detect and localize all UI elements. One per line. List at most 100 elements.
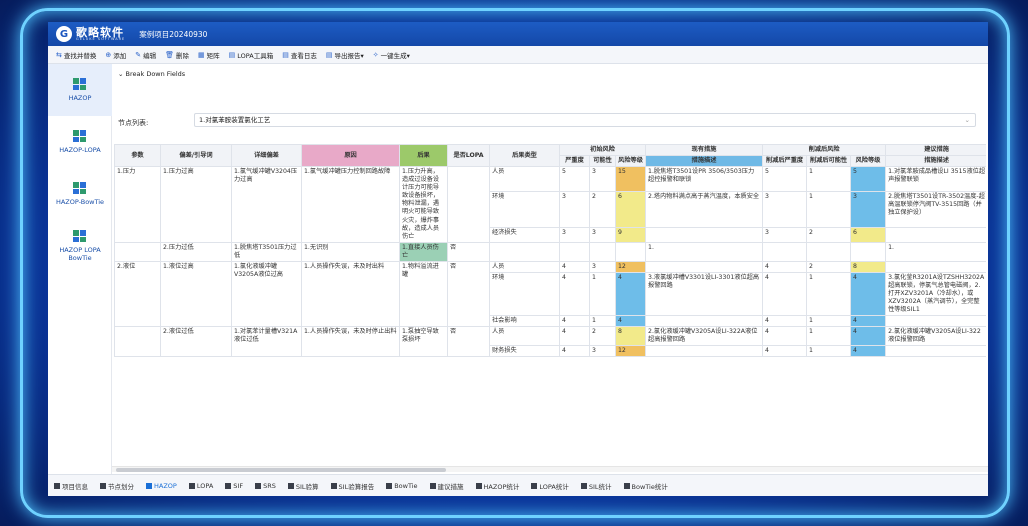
cell-lopa[interactable]: 否 <box>447 241 490 262</box>
cell-deviation[interactable]: 1.液位过高 <box>160 260 232 328</box>
tab-4[interactable]: SIF <box>225 482 243 490</box>
cell-severity[interactable]: 4 <box>559 260 590 273</box>
col-reduced-severity[interactable]: 削减后严重度 <box>762 155 808 168</box>
toolbar-button-5[interactable]: ▤ LOPA工具箱 <box>229 50 274 60</box>
col-deviation[interactable]: 偏差/引导词 <box>160 144 232 168</box>
cell-reduced-likelihood[interactable]: 1 <box>806 271 852 317</box>
toolbar-button-4[interactable]: ▦ 矩阵 <box>198 50 220 60</box>
cell-suggested-desc[interactable]: 3.氯化釜R3201A设TZSHH3202A超高联锁，停氯气总管电磁阀，2.打开… <box>885 271 986 317</box>
cell-suggested-desc[interactable]: 1. <box>885 241 986 262</box>
toolbar-button-2[interactable]: ✎ 编辑 <box>135 50 156 60</box>
sidebar-item-0[interactable]: HAZOP <box>48 64 112 116</box>
tab-1[interactable]: 节点划分 <box>100 481 134 491</box>
cell-measure-desc[interactable] <box>645 345 764 358</box>
cell-risk-level[interactable]: 8 <box>614 326 647 347</box>
cell-consequence[interactable]: 1.物料溢流进罐 <box>399 260 448 328</box>
tab-11[interactable]: LOPA统计 <box>531 481 569 491</box>
tab-12[interactable]: SIL统计 <box>580 481 612 491</box>
scrollbar-thumb[interactable] <box>116 468 446 472</box>
cell-suggested-desc[interactable] <box>885 345 986 358</box>
cell-reduced-risk-level[interactable]: 4 <box>850 326 887 347</box>
tab-13[interactable]: BowTie统计 <box>623 481 668 491</box>
cell-reduced-severity[interactable]: 4 <box>762 315 808 328</box>
cell-reduced-likelihood[interactable]: 2 <box>806 227 852 243</box>
cell-severity[interactable]: 4 <box>559 326 590 347</box>
cell-reduced-severity[interactable] <box>762 241 808 262</box>
cell-severity[interactable]: 4 <box>559 271 590 317</box>
cell-consequence[interactable]: 1.直接人员伤亡 <box>399 241 448 262</box>
col-reduced-likelihood[interactable]: 削减后可能性 <box>806 155 852 168</box>
col-measure-desc[interactable]: 措施描述 <box>645 155 764 168</box>
tab-0[interactable]: 项目信息 <box>54 481 88 491</box>
cell-reduced-risk-level[interactable]: 4 <box>850 315 887 328</box>
cell-suggested-desc[interactable]: 2.脱焦塔T3501设TR-3502温度-超高温联锁停汽阀TV-3515回路（并… <box>885 191 986 229</box>
toolbar-button-8[interactable]: ✧ 一键生成▾ <box>373 50 410 60</box>
cell-reduced-severity[interactable]: 4 <box>762 260 808 273</box>
horizontal-scrollbar[interactable] <box>112 466 988 472</box>
cell-likelihood[interactable]: 1 <box>589 315 616 328</box>
cell-conseq-type[interactable]: 经济损失 <box>489 227 560 243</box>
cell-measure-desc[interactable]: 2.塔内物料满点高于蒸汽温度，本质安全 <box>645 191 764 229</box>
cell-conseq-type[interactable]: 环境 <box>489 191 560 229</box>
cell-reduced-likelihood[interactable] <box>806 241 852 262</box>
cell-reduced-likelihood[interactable]: 1 <box>806 166 852 193</box>
cell-reduced-risk-level[interactable]: 3 <box>850 191 887 229</box>
cell-likelihood[interactable]: 2 <box>589 326 616 347</box>
toolbar-button-1[interactable]: ⊕ 添加 <box>105 50 126 60</box>
cell-likelihood[interactable] <box>589 241 616 262</box>
cell-consequence[interactable]: 1.泵抽空导致泵损坏 <box>399 326 448 358</box>
cell-reduced-severity[interactable]: 4 <box>762 271 808 317</box>
cell-reduced-risk-level[interactable]: 5 <box>850 166 887 193</box>
node-select[interactable]: 1.对氯苯胺装置氯化工艺 ⌄ <box>194 113 976 127</box>
cell-severity[interactable]: 4 <box>559 315 590 328</box>
cell-reduced-risk-level[interactable]: 4 <box>850 271 887 317</box>
cell-reduced-likelihood[interactable]: 1 <box>806 191 852 229</box>
cell-reduced-risk-level[interactable]: 6 <box>850 227 887 243</box>
cell-conseq-type[interactable]: 人员 <box>489 166 560 193</box>
cell-severity[interactable] <box>559 241 590 262</box>
cell-reduced-risk-level[interactable]: 8 <box>850 260 887 273</box>
cell-suggested-desc[interactable] <box>885 260 986 273</box>
cell-param[interactable]: 1.压力 <box>114 166 161 243</box>
cell-severity[interactable]: 5 <box>559 166 590 193</box>
col-detail[interactable]: 详细偏差 <box>231 144 302 168</box>
cell-conseq-type[interactable]: 财务损失 <box>489 345 560 358</box>
toolbar-button-6[interactable]: ▤ 查看日志 <box>282 50 317 60</box>
cell-measure-desc[interactable]: 1.脱焦塔T3501设PR 3506/3503压力超控报警和联锁 <box>645 166 764 193</box>
cell-conseq-type[interactable] <box>489 241 560 262</box>
cell-reduced-likelihood[interactable]: 1 <box>806 315 852 328</box>
tab-7[interactable]: SIL验算报告 <box>330 481 374 491</box>
cell-severity[interactable]: 3 <box>559 227 590 243</box>
col-likelihood[interactable]: 可能性 <box>589 155 616 168</box>
cell-risk-level[interactable]: 4 <box>614 315 647 328</box>
cell-lopa[interactable] <box>447 166 490 243</box>
col-consequence[interactable]: 后果 <box>399 144 448 168</box>
cell-conseq-type[interactable]: 人员 <box>489 326 560 347</box>
cell-risk-level[interactable]: 4 <box>614 271 647 317</box>
cell-conseq-type[interactable]: 人员 <box>489 260 560 273</box>
col-lopa[interactable]: 是否LOPA <box>447 144 490 168</box>
col-risk-level[interactable]: 风险等级 <box>614 155 647 168</box>
tab-5[interactable]: SRS <box>255 482 276 490</box>
cell-reduced-likelihood[interactable]: 1 <box>806 326 852 347</box>
cell-risk-level[interactable] <box>614 241 647 262</box>
col-reduced-risk-level[interactable]: 风险等级 <box>850 155 887 168</box>
cell-reduced-severity[interactable]: 4 <box>762 345 808 358</box>
cell-conseq-type[interactable]: 社会影响 <box>489 315 560 328</box>
cell-detail[interactable]: 1.对氯苯计量槽V321A液位过低 <box>231 326 302 358</box>
cell-reduced-severity[interactable]: 4 <box>762 326 808 347</box>
cell-measure-desc[interactable]: 2.氯化液缓冲罐V3205A设LI-322A液位超高报警回路 <box>645 326 764 347</box>
cell-deviation[interactable]: 1.压力过高 <box>160 166 232 243</box>
toolbar-button-0[interactable]: ⇆ 查找并替换 <box>56 50 96 60</box>
cell-reduced-risk-level[interactable] <box>850 241 887 262</box>
col-conseq-type[interactable]: 后果类型 <box>489 144 560 168</box>
cell-cause[interactable]: 1.人员操作失误，未及时停止出料 <box>301 326 400 358</box>
cell-suggested-desc[interactable] <box>885 227 986 243</box>
col-severity[interactable]: 严重度 <box>559 155 590 168</box>
cell-severity[interactable]: 4 <box>559 345 590 358</box>
cell-likelihood[interactable]: 3 <box>589 345 616 358</box>
cell-cause[interactable]: 1.人员操作失误，未及时出料 <box>301 260 400 328</box>
cell-risk-level[interactable]: 12 <box>614 260 647 273</box>
toolbar-button-3[interactable]: 🗑 删除 <box>165 50 189 60</box>
cell-risk-level[interactable]: 6 <box>614 191 647 229</box>
